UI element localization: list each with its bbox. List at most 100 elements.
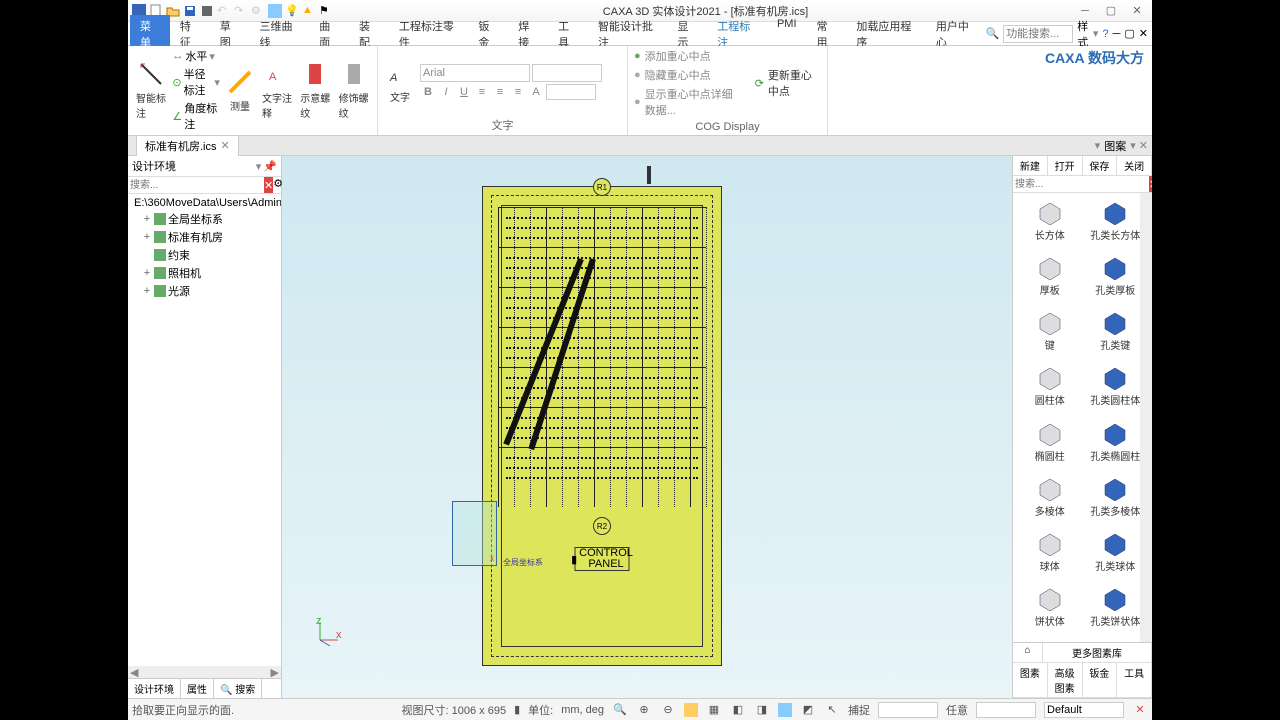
task-input[interactable] xyxy=(976,702,1036,718)
lib-footer-tab-0[interactable]: 图素 xyxy=(1013,663,1048,697)
style-label[interactable]: 样式 xyxy=(1077,18,1089,50)
lib-toolbar-3[interactable]: 关闭 xyxy=(1117,156,1152,175)
tree-item-2[interactable]: +标准有机房 xyxy=(130,228,279,246)
view-icon[interactable] xyxy=(684,703,698,717)
ribbon-max-icon[interactable]: ▢ xyxy=(1124,27,1134,40)
tree-item-1[interactable]: +全局坐标系 xyxy=(130,210,279,228)
ribbon-min-icon[interactable]: ─ xyxy=(1113,28,1121,40)
thread-decor-button[interactable]: 修饰螺纹 xyxy=(337,58,371,122)
shape-5-1[interactable]: 孔类多棱体 xyxy=(1083,473,1149,528)
lp-pin-icon[interactable]: 📌 xyxy=(263,160,277,173)
left-panel: 设计环境 ▾📌 ✕ ⚙ E:\360MoveData\Users\Adminis… xyxy=(128,156,282,698)
tree-search-close-icon[interactable]: ✕ xyxy=(264,177,273,193)
zoom-out-icon[interactable]: ⊖ xyxy=(660,702,676,718)
shape-scrollbar[interactable] xyxy=(1140,193,1152,642)
scroll-left-icon[interactable]: ◀ xyxy=(130,666,138,678)
minimize-button[interactable]: ─ xyxy=(1078,4,1092,18)
shape-0-1[interactable]: 孔类长方体 xyxy=(1083,197,1149,252)
shape-5-0[interactable]: 多棱体 xyxy=(1017,473,1083,528)
close-button[interactable]: ✕ xyxy=(1130,4,1144,18)
document-close-icon[interactable]: ✕ xyxy=(221,139,230,152)
axis-gizmo[interactable]: zx xyxy=(312,618,342,648)
left-tab-2[interactable]: 🔍 搜索 xyxy=(214,679,262,698)
shape-4-1[interactable]: 孔类椭圆柱 xyxy=(1083,418,1149,473)
cosmetic-thread-button[interactable]: 示意螺纹 xyxy=(298,58,332,122)
color-button[interactable]: A xyxy=(528,84,544,100)
help-icon[interactable]: ? xyxy=(1102,28,1108,40)
zoom-in-icon[interactable]: ⊕ xyxy=(636,702,652,718)
tree-item-0[interactable]: E:\360MoveData\Users\Administ xyxy=(130,196,279,210)
drawing-object[interactable]: R1 R2 ▮CONTROL PANEL 全局坐标系 xyxy=(482,186,722,666)
shape-6-1[interactable]: 孔类球体 xyxy=(1083,528,1149,583)
mode4-icon[interactable]: ◩ xyxy=(800,702,816,718)
align-left-button[interactable]: ≡ xyxy=(474,84,490,100)
shape-3-1[interactable]: 孔类圆柱体 xyxy=(1083,362,1149,417)
shape-1-1[interactable]: 孔类厚板 xyxy=(1083,252,1149,307)
cursor-icon[interactable]: ↖ xyxy=(824,702,840,718)
measure-button[interactable]: 测量 xyxy=(224,66,256,115)
lib-toolbar-2[interactable]: 保存 xyxy=(1083,156,1118,175)
shape-1-0[interactable]: 厚板 xyxy=(1017,252,1083,307)
hide-cog-button[interactable]: ●隐藏重心中点 xyxy=(634,67,743,83)
text-button[interactable]: A 文字 xyxy=(384,57,416,106)
maximize-button[interactable]: ▢ xyxy=(1104,4,1118,18)
more-libs-button[interactable]: 更多图素库 xyxy=(1043,643,1152,662)
tree-item-4[interactable]: +照相机 xyxy=(130,264,279,282)
tree-item-3[interactable]: 约束 xyxy=(130,246,279,264)
task-label[interactable]: 任意 xyxy=(946,702,968,718)
shape-search-close-icon[interactable]: ✕ xyxy=(1149,176,1152,192)
snap-input[interactable] xyxy=(878,702,938,718)
shape-2-1[interactable]: 孔类键 xyxy=(1083,307,1149,362)
lp-dropdown-icon[interactable]: ▾ xyxy=(256,160,262,173)
shape-3-0[interactable]: 圆柱体 xyxy=(1017,362,1083,417)
shape-4-0[interactable]: 椭圆柱 xyxy=(1017,418,1083,473)
lib-footer-tab-2[interactable]: 钣金 xyxy=(1083,663,1118,697)
show-cog-data-button[interactable]: ●显示重心中点详细数据... xyxy=(634,86,743,118)
horiz-dim-button[interactable]: ↔水平▾ xyxy=(172,48,220,64)
left-tab-0[interactable]: 设计环境 xyxy=(128,679,181,698)
angle-dim-button[interactable]: ∠角度标注 xyxy=(172,100,220,132)
text-value-input[interactable] xyxy=(546,84,596,100)
lib-toolbar-1[interactable]: 打开 xyxy=(1048,156,1083,175)
shape-6-0[interactable]: 球体 xyxy=(1017,528,1083,583)
ribbon-close-icon[interactable]: ✕ xyxy=(1139,27,1148,40)
scroll-right-icon[interactable]: ▶ xyxy=(271,666,279,678)
mode2-icon[interactable]: ◨ xyxy=(754,702,770,718)
lib-footer-tab-1[interactable]: 高级图素 xyxy=(1048,663,1083,697)
zoom-fit-icon[interactable]: 🔍 xyxy=(612,702,628,718)
shape-7-0[interactable]: 饼状体 xyxy=(1017,583,1083,638)
docbar-dropdown-icon[interactable]: ▾ xyxy=(1095,139,1101,152)
italic-button[interactable]: I xyxy=(438,84,454,100)
tree-search-input[interactable] xyxy=(128,177,264,193)
document-tab[interactable]: 标准有机房.ics ✕ xyxy=(136,135,239,157)
font-family-select[interactable] xyxy=(420,64,530,82)
mode1-icon[interactable]: ◧ xyxy=(730,702,746,718)
mode3-icon[interactable] xyxy=(778,703,792,717)
snap-label[interactable]: 捕捉 xyxy=(848,702,870,718)
font-size-input[interactable] xyxy=(532,64,602,82)
underline-button[interactable]: U xyxy=(456,84,472,100)
align-center-button[interactable]: ≡ xyxy=(492,84,508,100)
grid-icon[interactable]: ▦ xyxy=(706,702,722,718)
function-search-input[interactable] xyxy=(1003,25,1073,43)
bold-button[interactable]: B xyxy=(420,84,436,100)
add-cog-button[interactable]: ●添加重心中点 xyxy=(634,48,743,64)
shape-7-1[interactable]: 孔类饼状体 xyxy=(1083,583,1149,638)
default-input[interactable] xyxy=(1044,702,1124,718)
canvas-viewport[interactable]: R1 R2 ▮CONTROL PANEL 全局坐标系 x zx xyxy=(282,156,1012,698)
shape-0-0[interactable]: 长方体 xyxy=(1017,197,1083,252)
shape-2-0[interactable]: 键 xyxy=(1017,307,1083,362)
lib-home-icon[interactable]: ⌂ xyxy=(1013,643,1043,662)
align-right-button[interactable]: ≡ xyxy=(510,84,526,100)
refresh-cog-button[interactable]: ⟳更新重心中点 xyxy=(755,48,821,118)
shape-search-input[interactable] xyxy=(1013,176,1149,192)
lib-footer-tab-3[interactable]: 工具 xyxy=(1117,663,1152,697)
smart-dim-button[interactable]: 智能标注 xyxy=(134,58,168,122)
radius-dim-button[interactable]: ⊙半径标注▾ xyxy=(172,66,220,98)
lib-toolbar-0[interactable]: 新建 xyxy=(1013,156,1048,175)
sb-close-icon[interactable]: ✕ xyxy=(1132,702,1148,718)
text-annot-button[interactable]: A 文字注释 xyxy=(260,58,294,122)
tree-item-5[interactable]: +光源 xyxy=(130,282,279,300)
left-tab-1[interactable]: 属性 xyxy=(181,679,214,698)
svg-text:A: A xyxy=(389,72,397,84)
